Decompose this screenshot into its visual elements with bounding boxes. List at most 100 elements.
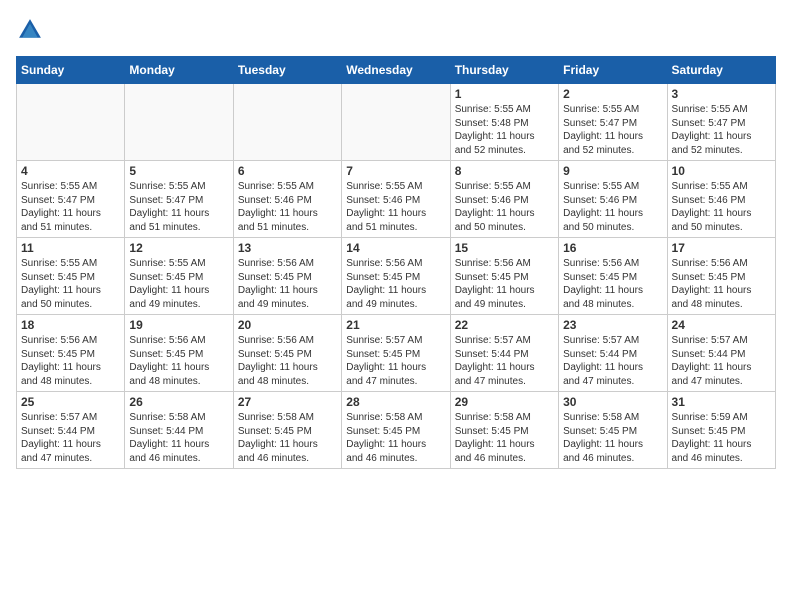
day-info: Sunrise: 5:57 AM Sunset: 5:44 PM Dayligh… [455,334,554,388]
calendar-cell: 18 Sunrise: 5:56 AM Sunset: 5:45 PM Dayli… [17,315,125,392]
day-number: 31 [672,395,771,409]
day-info: Sunrise: 5:55 AM Sunset: 5:48 PM Dayligh… [455,103,554,157]
calendar-cell: 13 Sunrise: 5:56 AM Sunset: 5:45 PM Dayli… [233,238,341,315]
day-info: Sunrise: 5:55 AM Sunset: 5:46 PM Dayligh… [672,180,771,234]
column-header-sunday: Sunday [17,57,125,84]
calendar-cell: 23Sunrise: 5:57 AM Sunset: 5:44 PM Dayli… [559,315,667,392]
day-number: 13 [238,241,337,255]
day-number: 1 [455,87,554,101]
day-number: 14 [346,241,445,255]
logo-icon [16,16,44,44]
day-number: 24 [672,318,771,332]
day-info: Sunrise: 5:55 AM Sunset: 5:47 PM Dayligh… [672,103,771,157]
calendar-cell: 21 Sunrise: 5:57 AM Sunset: 5:45 PM Dayli… [342,315,450,392]
day-number: 7 [346,164,445,178]
page-header [16,16,776,44]
column-header-friday: Friday [559,57,667,84]
day-number: 27 [238,395,337,409]
header-row: SundayMondayTuesdayWednesdayThursdayFrid… [17,57,776,84]
calendar-cell: 20 Sunrise: 5:56 AM Sunset: 5:45 PM Dayli… [233,315,341,392]
calendar-cell [233,84,341,161]
calendar-cell: 6Sunrise: 5:55 AM Sunset: 5:46 PM Daylig… [233,161,341,238]
day-info: Sunrise: 5:56 AM Sunset: 5:45 PM Dayligh… [238,257,337,311]
day-info: Sunrise: 5:56 AM Sunset: 5:45 PM Dayligh… [672,257,771,311]
day-number: 8 [455,164,554,178]
day-number: 9 [563,164,662,178]
column-header-monday: Monday [125,57,233,84]
calendar-cell: 26Sunrise: 5:58 AM Sunset: 5:44 PM Dayli… [125,392,233,469]
day-info: Sunrise: 5:55 AM Sunset: 5:47 PM Dayligh… [563,103,662,157]
calendar-cell: 22 Sunrise: 5:57 AM Sunset: 5:44 PM Dayli… [450,315,558,392]
day-number: 29 [455,395,554,409]
day-info: Sunrise: 5:55 AM Sunset: 5:45 PM Dayligh… [129,257,228,311]
calendar-cell [17,84,125,161]
day-number: 22 [455,318,554,332]
day-info: Sunrise: 5:56 AM Sunset: 5:45 PM Dayligh… [238,334,337,388]
calendar-cell: 27 Sunrise: 5:58 AM Sunset: 5:45 PM Dayli… [233,392,341,469]
day-info: Sunrise: 5:57 AM Sunset: 5:45 PM Dayligh… [346,334,445,388]
calendar-cell: 30 Sunrise: 5:58 AM Sunset: 5:45 PM Dayli… [559,392,667,469]
day-info: Sunrise: 5:59 AM Sunset: 5:45 PM Dayligh… [672,411,771,465]
calendar-cell: 14Sunrise: 5:56 AM Sunset: 5:45 PM Dayli… [342,238,450,315]
calendar-cell [342,84,450,161]
day-info: Sunrise: 5:58 AM Sunset: 5:45 PM Dayligh… [455,411,554,465]
calendar-cell: 10 Sunrise: 5:55 AM Sunset: 5:46 PM Dayli… [667,161,775,238]
day-info: Sunrise: 5:57 AM Sunset: 5:44 PM Dayligh… [21,411,120,465]
day-info: Sunrise: 5:57 AM Sunset: 5:44 PM Dayligh… [672,334,771,388]
calendar-cell: 12 Sunrise: 5:55 AM Sunset: 5:45 PM Dayli… [125,238,233,315]
calendar-cell: 7Sunrise: 5:55 AM Sunset: 5:46 PM Daylig… [342,161,450,238]
day-info: Sunrise: 5:58 AM Sunset: 5:45 PM Dayligh… [238,411,337,465]
day-number: 4 [21,164,120,178]
calendar-cell: 19 Sunrise: 5:56 AM Sunset: 5:45 PM Dayli… [125,315,233,392]
day-number: 3 [672,87,771,101]
day-info: Sunrise: 5:56 AM Sunset: 5:45 PM Dayligh… [455,257,554,311]
day-number: 11 [21,241,120,255]
day-info: Sunrise: 5:56 AM Sunset: 5:45 PM Dayligh… [563,257,662,311]
calendar-cell: 28Sunrise: 5:58 AM Sunset: 5:45 PM Dayli… [342,392,450,469]
day-number: 15 [455,241,554,255]
calendar-cell: 8 Sunrise: 5:55 AM Sunset: 5:46 PM Daylig… [450,161,558,238]
logo [16,16,48,44]
day-info: Sunrise: 5:55 AM Sunset: 5:46 PM Dayligh… [563,180,662,234]
day-info: Sunrise: 5:58 AM Sunset: 5:45 PM Dayligh… [563,411,662,465]
calendar-cell: 17 Sunrise: 5:56 AM Sunset: 5:45 PM Dayli… [667,238,775,315]
day-number: 25 [21,395,120,409]
day-number: 30 [563,395,662,409]
day-number: 2 [563,87,662,101]
day-number: 19 [129,318,228,332]
day-number: 18 [21,318,120,332]
calendar-cell: 16 Sunrise: 5:56 AM Sunset: 5:45 PM Dayli… [559,238,667,315]
day-info: Sunrise: 5:55 AM Sunset: 5:46 PM Dayligh… [238,180,337,234]
calendar-cell: 11Sunrise: 5:55 AM Sunset: 5:45 PM Dayli… [17,238,125,315]
week-row-3: 11 Sunrise: 5:55 AM Sunset: 5:45 PM Dayli… [17,238,776,315]
day-info: Sunrise: 5:55 AM Sunset: 5:46 PM Dayligh… [455,180,554,234]
calendar-cell: 5 Sunrise: 5:55 AM Sunset: 5:47 PM Daylig… [125,161,233,238]
calendar-table: SundayMondayTuesdayWednesdayThursdayFrid… [16,56,776,469]
week-row-4: 18 Sunrise: 5:56 AM Sunset: 5:45 PM Dayli… [17,315,776,392]
calendar-cell: 15 Sunrise: 5:56 AM Sunset: 5:45 PM Dayli… [450,238,558,315]
day-number: 17 [672,241,771,255]
day-number: 21 [346,318,445,332]
week-row-1: 1 Sunrise: 5:55 AM Sunset: 5:48 PM Daylig… [17,84,776,161]
day-number: 16 [563,241,662,255]
calendar-cell: 1 Sunrise: 5:55 AM Sunset: 5:48 PM Daylig… [450,84,558,161]
calendar-cell: 2 Sunrise: 5:55 AM Sunset: 5:47 PM Daylig… [559,84,667,161]
day-info: Sunrise: 5:56 AM Sunset: 5:45 PM Dayligh… [129,334,228,388]
day-number: 5 [129,164,228,178]
day-number: 12 [129,241,228,255]
week-row-2: 4 Sunrise: 5:55 AM Sunset: 5:47 PM Daylig… [17,161,776,238]
column-header-saturday: Saturday [667,57,775,84]
column-header-thursday: Thursday [450,57,558,84]
day-info: Sunrise: 5:55 AM Sunset: 5:47 PM Dayligh… [21,180,120,234]
day-info: Sunrise: 5:56 AM Sunset: 5:45 PM Dayligh… [21,334,120,388]
day-info: Sunrise: 5:58 AM Sunset: 5:45 PM Dayligh… [346,411,445,465]
calendar-cell: 9 Sunrise: 5:55 AM Sunset: 5:46 PM Daylig… [559,161,667,238]
day-number: 20 [238,318,337,332]
calendar-cell: 31 Sunrise: 5:59 AM Sunset: 5:45 PM Dayli… [667,392,775,469]
calendar-cell: 25 Sunrise: 5:57 AM Sunset: 5:44 PM Dayli… [17,392,125,469]
calendar-cell: 24 Sunrise: 5:57 AM Sunset: 5:44 PM Dayli… [667,315,775,392]
day-number: 10 [672,164,771,178]
day-info: Sunrise: 5:55 AM Sunset: 5:47 PM Dayligh… [129,180,228,234]
calendar-cell: 3 Sunrise: 5:55 AM Sunset: 5:47 PM Daylig… [667,84,775,161]
column-header-tuesday: Tuesday [233,57,341,84]
